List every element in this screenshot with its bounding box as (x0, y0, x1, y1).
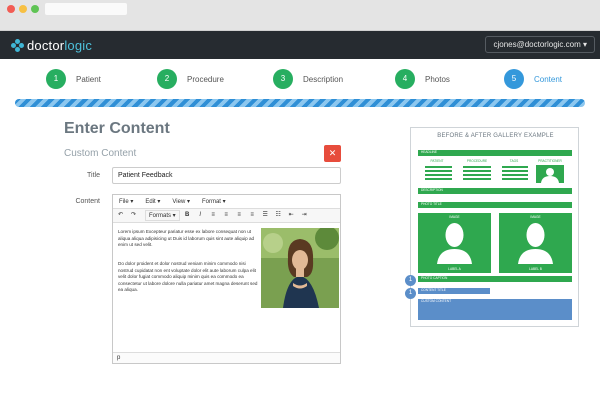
minimize-window-icon[interactable] (19, 5, 27, 13)
procedure-line (463, 170, 491, 172)
content-label: Content (75, 198, 100, 205)
step-content[interactable]: 5 Content (504, 68, 562, 90)
patient-line (425, 178, 452, 180)
person-icon (518, 223, 553, 264)
redo-icon[interactable]: ↷ (128, 210, 139, 221)
step-label: Content (534, 74, 563, 84)
editor-menubar: File ▾ Edit ▾ View ▾ Format ▾ (113, 195, 340, 209)
section-title: Custom Content (64, 148, 137, 159)
step-number: 5 (504, 69, 524, 89)
menu-view[interactable]: View ▾ (172, 198, 190, 205)
outdent-icon[interactable]: ⇤ (286, 210, 297, 221)
align-right-icon[interactable]: ≡ (234, 210, 245, 221)
logo[interactable]: doctorlogic (11, 37, 92, 53)
user-menu-button[interactable]: cjones@doctorlogic.com ▾ (485, 36, 595, 53)
gallery-example: BEFORE & AFTER GALLERY EXAMPLE HEADLINE … (410, 127, 579, 327)
logo-suffix: logic (64, 37, 93, 53)
address-bar[interactable] (45, 3, 127, 15)
step-label: Photos (425, 74, 450, 84)
italic-icon[interactable]: I (195, 210, 206, 221)
before-image: IMAGE LABEL A (418, 213, 491, 273)
indent-icon[interactable]: ⇥ (299, 210, 310, 221)
progress-bar (15, 99, 585, 107)
step-description[interactable]: 3 Description (273, 68, 343, 90)
patient-line (425, 174, 452, 176)
custom-content-bar: CUSTOM CONTENT (418, 299, 572, 320)
wizard-steps: 1 Patient 2 Procedure 3 Description 4 Ph… (0, 63, 600, 95)
description-bar: DESCRIPTION (418, 188, 572, 194)
align-left-icon[interactable]: ≡ (208, 210, 219, 221)
title-label: Title (87, 172, 100, 179)
step-number: 2 (157, 69, 177, 89)
bullet-list-icon[interactable]: ☰ (260, 210, 271, 221)
tags-line (502, 170, 528, 172)
label-b: LABEL B (529, 267, 542, 271)
step-label: Patient (76, 74, 101, 84)
step-number: 4 (395, 69, 415, 89)
editor-content[interactable]: Lorem ipsum Excepteur pariatur esse ex l… (113, 223, 340, 351)
label-a: LABEL A (448, 267, 461, 271)
delete-button[interactable]: ✕ (324, 145, 341, 162)
app-header: doctorlogic cjones@doctorlogic.com ▾ (0, 31, 600, 59)
after-image: IMAGE LABEL B (499, 213, 572, 273)
image-label: IMAGE (449, 215, 460, 219)
step-number: 1 (46, 69, 66, 89)
person-icon (437, 223, 472, 264)
step-label: Procedure (187, 74, 224, 84)
content-title-bar: CONTENT TITLE (418, 288, 490, 294)
menu-edit[interactable]: Edit ▾ (145, 198, 160, 205)
step-badge: 1 (405, 288, 416, 299)
procedure-line (463, 174, 491, 176)
tags-line (502, 166, 528, 168)
editor-toolbar: ↶ ↷ Formats ▾ B I ≡ ≡ ≡ ≡ ☰ ☷ ⇤ ⇥ (113, 209, 340, 223)
editor-statusbar: p (113, 352, 340, 363)
gallery-title: BEFORE & AFTER GALLERY EXAMPLE (437, 133, 554, 139)
step-badge: 1 (405, 275, 416, 286)
browser-chrome (0, 0, 600, 31)
menu-file[interactable]: File ▾ (119, 198, 133, 205)
column-tags: TAGS (509, 159, 519, 163)
bold-icon[interactable]: B (182, 210, 193, 221)
column-procedure: PROCEDURE (466, 159, 488, 163)
photo-caption-bar: PHOTO CAPTION (418, 276, 572, 282)
image-label: IMAGE (530, 215, 541, 219)
step-patient[interactable]: 1 Patient (46, 68, 101, 90)
photo-title-bar: PHOTO TITLE (418, 202, 572, 208)
tags-line (502, 178, 528, 180)
align-center-icon[interactable]: ≡ (221, 210, 232, 221)
step-number: 3 (273, 69, 293, 89)
maximize-window-icon[interactable] (31, 5, 39, 13)
paragraph-2: Do dolor proident et dolor nostrud venia… (118, 261, 258, 293)
column-practitioner: PRACTITIONER (538, 159, 562, 163)
menu-format[interactable]: Format ▾ (202, 198, 226, 205)
patient-line (425, 170, 452, 172)
patient-photo[interactable] (261, 228, 339, 308)
headline-bar: HEADLINE (418, 150, 572, 156)
practitioner-avatar-icon (536, 165, 564, 183)
tags-line (502, 174, 528, 176)
undo-icon[interactable]: ↶ (115, 210, 126, 221)
procedure-line (463, 166, 491, 168)
title-input[interactable]: Patient Feedback (112, 167, 341, 184)
procedure-line (463, 178, 491, 180)
logo-prefix: doctor (27, 37, 65, 53)
step-procedure[interactable]: 2 Procedure (157, 68, 224, 90)
numbered-list-icon[interactable]: ☷ (273, 210, 284, 221)
step-photos[interactable]: 4 Photos (395, 68, 450, 90)
align-justify-icon[interactable]: ≡ (247, 210, 258, 221)
logo-icon (11, 38, 24, 52)
formats-dropdown[interactable]: Formats ▾ (145, 210, 180, 221)
logo-text: doctorlogic (27, 38, 92, 53)
rich-text-editor: File ▾ Edit ▾ View ▾ Format ▾ ↶ ↷ Format… (112, 194, 341, 364)
screen: doctorlogic cjones@doctorlogic.com ▾ 1 P… (0, 0, 600, 400)
paragraph-1: Lorem ipsum Excepteur pariatur esse ex l… (118, 229, 255, 248)
page-title: Enter Content (64, 120, 170, 137)
close-window-icon[interactable] (7, 5, 15, 13)
step-label: Description (303, 74, 344, 84)
patient-line (425, 166, 452, 168)
column-patient: PATIENT (430, 159, 444, 163)
